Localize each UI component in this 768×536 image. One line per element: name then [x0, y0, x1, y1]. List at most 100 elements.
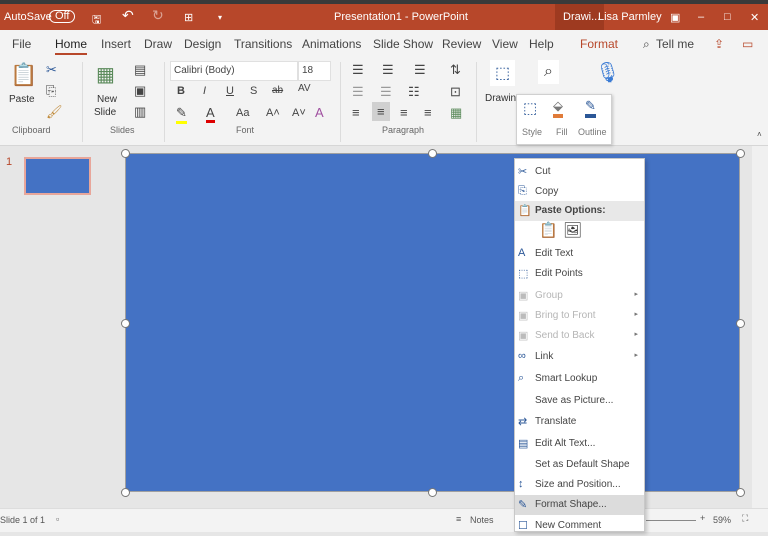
tab-slide-show[interactable]: Slide Show	[373, 37, 433, 51]
resize-handle[interactable]	[428, 149, 437, 158]
menu-item-new-comment[interactable]: ☐ New Comment	[515, 516, 644, 536]
menu-item-edit-points[interactable]: ⬚ Edit Points	[515, 264, 644, 284]
paste-picture-icon[interactable]: 🖼	[563, 221, 582, 239]
resize-handle[interactable]	[736, 149, 745, 158]
notes-icon[interactable]: ≡	[456, 514, 461, 524]
resize-handle[interactable]	[121, 149, 130, 158]
paste-keep-formatting-icon[interactable]: 📋	[539, 221, 558, 239]
drawing-icon[interactable]: ⬚	[490, 60, 516, 86]
tab-insert[interactable]: Insert	[101, 37, 131, 51]
new-slide-icon[interactable]: ▦	[96, 62, 115, 87]
font-color-icon[interactable]: A	[206, 105, 215, 123]
menu-item-edit-alt-text[interactable]: ▤ Edit Alt Text...	[515, 434, 644, 454]
minimize-icon[interactable]: –	[698, 11, 704, 23]
menu-item-format-shape[interactable]: ✎ Format Shape...	[515, 495, 644, 515]
drawing-button[interactable]: Drawin	[485, 93, 516, 104]
format-painter-icon[interactable]: 🖌	[46, 104, 63, 120]
present-icon[interactable]: ⊞	[184, 11, 193, 24]
menu-item-size-and-position[interactable]: ↕ Size and Position...	[515, 475, 644, 495]
tab-format[interactable]: Format	[580, 37, 618, 51]
resize-handle[interactable]	[428, 488, 437, 497]
menu-item-set-as-default-shape[interactable]: Set as Default Shape	[515, 455, 644, 475]
tab-help[interactable]: Help	[529, 37, 554, 51]
vertical-scrollbar[interactable]	[752, 146, 768, 508]
align-left-icon[interactable]: ≡	[352, 105, 360, 120]
line-spacing-icon[interactable]: ☰	[414, 62, 426, 78]
menu-item-bring-to-front[interactable]: ▣ Bring to Front ▸	[515, 306, 644, 326]
menu-item-link[interactable]: ∞ Link ▸	[515, 347, 644, 367]
selected-rectangle-shape[interactable]	[125, 153, 740, 492]
layout-icon[interactable]: ▤	[134, 62, 146, 78]
close-icon[interactable]: ✕	[750, 11, 759, 24]
outline-icon[interactable]: ✎	[585, 98, 596, 118]
tab-transitions[interactable]: Transitions	[234, 37, 292, 51]
user-name[interactable]: Lisa Parmley	[598, 11, 662, 23]
clear-formatting-icon[interactable]: A	[315, 105, 324, 120]
menu-item-cut[interactable]: ✂ Cut	[515, 162, 644, 182]
ribbon-display-icon[interactable]: ▣	[670, 11, 680, 24]
tab-review[interactable]: Review	[442, 37, 481, 51]
spellcheck-icon[interactable]: ▫	[56, 514, 59, 524]
undo-icon[interactable]: ↶	[122, 7, 134, 24]
autosave-toggle[interactable]: Off	[49, 10, 76, 23]
menu-item-edit-text[interactable]: A Edit Text	[515, 244, 644, 264]
shrink-font-icon[interactable]: A˅	[292, 107, 306, 119]
change-case-icon[interactable]: Aa	[236, 107, 249, 119]
bold-icon[interactable]: B	[177, 85, 185, 97]
menu-item-translate[interactable]: ⇄ Translate	[515, 412, 644, 432]
collapse-ribbon-icon[interactable]: ˄	[757, 130, 762, 139]
char-spacing-icon[interactable]: AV	[298, 83, 311, 94]
align-right-icon[interactable]: ≡	[400, 105, 408, 120]
paste-button[interactable]: Paste	[9, 94, 35, 105]
customize-icon[interactable]: ▾	[218, 13, 222, 22]
tell-me-box[interactable]: Tell me	[656, 37, 694, 51]
dictate-icon[interactable]: 🎙	[595, 60, 620, 85]
reset-icon[interactable]: ▣	[134, 83, 146, 99]
menu-item-save-as-picture[interactable]: Save as Picture...	[515, 391, 644, 411]
align-text-icon[interactable]: ⊡	[450, 84, 461, 100]
fill-icon[interactable]: ⬙	[553, 98, 563, 118]
tab-file[interactable]: File	[12, 37, 31, 51]
slide-thumbnail[interactable]	[24, 157, 91, 195]
increase-indent-icon[interactable]: ☰	[380, 84, 392, 100]
new-slide-label-1[interactable]: New	[97, 94, 117, 105]
font-name-select[interactable]: Calibri (Body)	[170, 61, 298, 81]
highlight-icon[interactable]: ✎	[176, 105, 187, 124]
cut-icon[interactable]: ✂	[46, 62, 57, 78]
shape-style-icon[interactable]: ⬚	[523, 99, 537, 117]
editing-icon[interactable]: ⌕	[538, 60, 559, 84]
notes-button[interactable]: Notes	[470, 515, 494, 525]
comments-icon[interactable]: ▭	[742, 37, 753, 51]
resize-handle[interactable]	[736, 488, 745, 497]
smartart-icon[interactable]: ▦	[450, 105, 462, 121]
align-center-icon[interactable]: ≡	[372, 102, 390, 121]
tab-design[interactable]: Design	[184, 37, 221, 51]
font-size-select[interactable]: 18	[298, 61, 331, 81]
tab-animations[interactable]: Animations	[302, 37, 361, 51]
underline-icon[interactable]: U	[226, 85, 234, 97]
resize-handle[interactable]	[121, 488, 130, 497]
menu-item-smart-lookup[interactable]: ⌕ Smart Lookup	[515, 369, 644, 389]
grow-font-icon[interactable]: A˄	[266, 107, 280, 119]
zoom-slider[interactable]	[646, 520, 696, 521]
bullets-icon[interactable]: ☰	[352, 62, 364, 78]
style-button[interactable]: Style	[522, 127, 542, 137]
justify-icon[interactable]: ≡	[424, 105, 432, 120]
section-icon[interactable]: ▥	[134, 104, 146, 120]
decrease-indent-icon[interactable]: ☰	[352, 84, 364, 100]
shadow-icon[interactable]: S	[250, 85, 257, 97]
menu-item-send-to-back[interactable]: ▣ Send to Back ▸	[515, 326, 644, 346]
maximize-icon[interactable]: □	[724, 11, 731, 23]
text-direction-icon[interactable]: ⇅	[450, 62, 461, 78]
zoom-level[interactable]: 59%	[713, 515, 731, 525]
italic-icon[interactable]: I	[203, 85, 206, 97]
new-slide-label-2[interactable]: Slide	[94, 107, 116, 118]
share-icon[interactable]: ⇪	[714, 37, 724, 51]
outline-button[interactable]: Outline	[578, 127, 607, 137]
fit-slide-icon[interactable]: ⛶	[742, 513, 748, 524]
paste-icon[interactable]: 📋	[10, 62, 37, 88]
resize-handle[interactable]	[121, 319, 130, 328]
tab-view[interactable]: View	[492, 37, 518, 51]
resize-handle[interactable]	[736, 319, 745, 328]
numbering-icon[interactable]: ☰	[382, 62, 394, 78]
